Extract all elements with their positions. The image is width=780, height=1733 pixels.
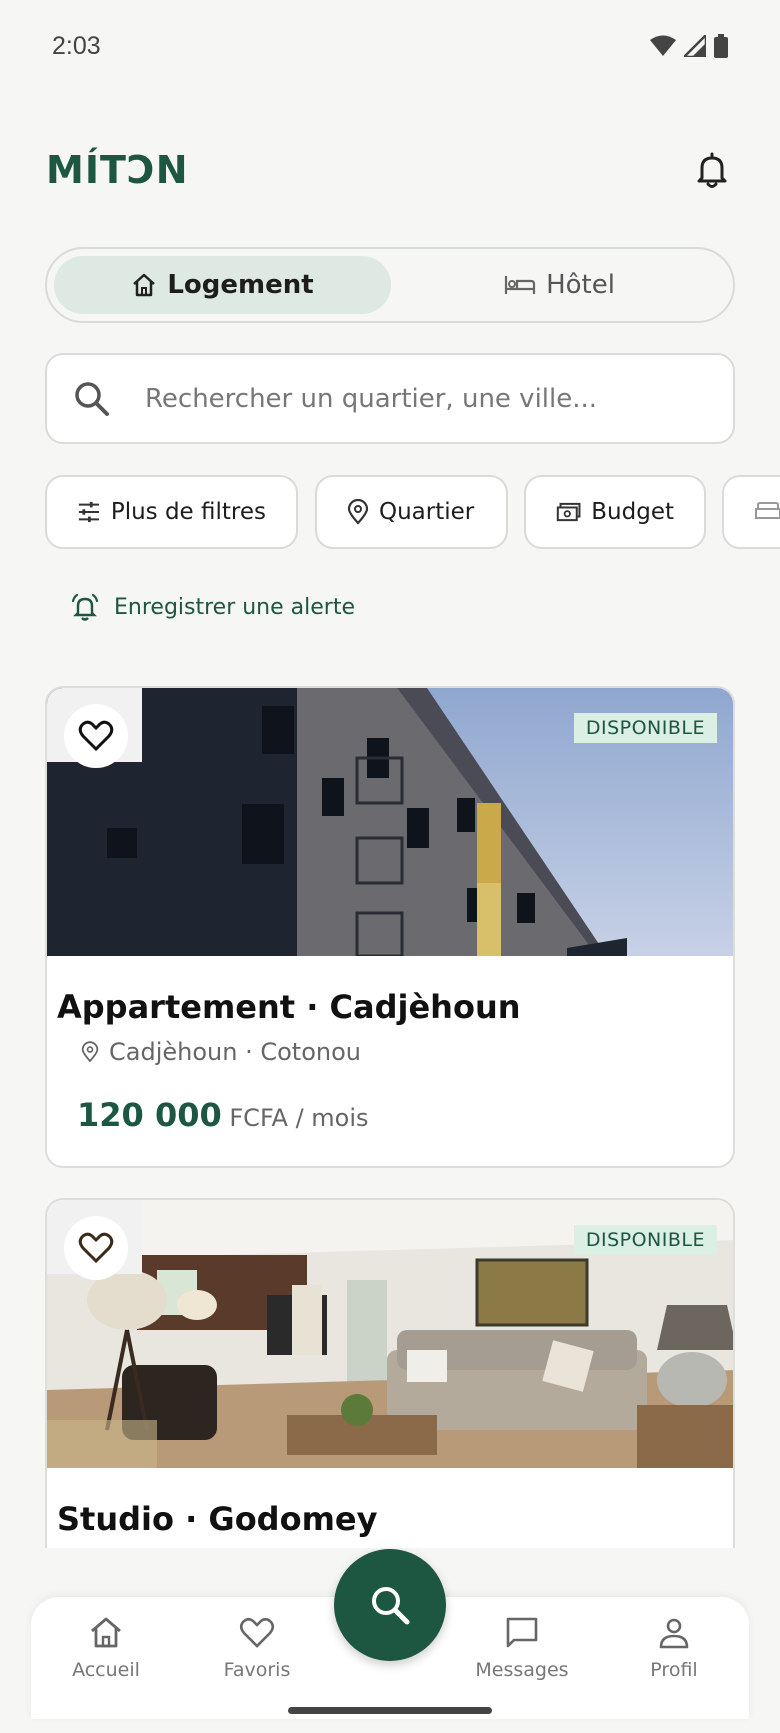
- signal-icon: [684, 35, 706, 57]
- budget-label: Budget: [591, 499, 674, 525]
- nav-messages-label: Messages: [475, 1659, 569, 1681]
- save-alert-button[interactable]: Enregistrer une alerte: [70, 592, 355, 622]
- listing-title: Appartement · Cadjèhoun: [57, 988, 521, 1026]
- favorite-button-area: [47, 688, 142, 768]
- more-filters-chip[interactable]: Plus de filtres: [45, 475, 298, 549]
- save-alert-label: Enregistrer une alerte: [114, 594, 355, 620]
- tab-hotel[interactable]: Hôtel: [391, 256, 728, 314]
- search-icon: [372, 1587, 410, 1625]
- category-toggle: Logement Hôtel: [45, 247, 735, 323]
- more-filters-label: Plus de filtres: [110, 499, 266, 525]
- location-pin-icon: [81, 1041, 99, 1063]
- listing-photo: DISPONIBLE: [47, 1200, 733, 1468]
- status-bar: 2:03: [0, 0, 780, 96]
- notifications-button[interactable]: [690, 148, 734, 192]
- status-time: 2:03: [52, 32, 101, 60]
- listing-location-text: Cadjèhoun · Cotonou: [109, 1038, 361, 1066]
- favorite-button-area: [47, 1200, 142, 1280]
- nav-messages[interactable]: Messages: [462, 1615, 582, 1681]
- house-icon: [133, 273, 156, 297]
- alarm-bell-icon: [71, 593, 99, 621]
- bell-icon: [697, 152, 727, 188]
- money-icon: [556, 502, 581, 522]
- status-icons: [650, 34, 728, 58]
- nav-profile[interactable]: Profil: [614, 1615, 734, 1681]
- sofa-icon: [755, 502, 780, 519]
- nav-home[interactable]: Accueil: [46, 1615, 166, 1681]
- status-badge: DISPONIBLE: [573, 1225, 717, 1255]
- app-header: MÍTƆN: [46, 140, 734, 200]
- listing-location: Cadjèhoun · Cotonou: [81, 1038, 361, 1066]
- listing-photo: DISPONIBLE: [47, 688, 733, 956]
- search-bar: [45, 353, 735, 444]
- wifi-icon: [650, 35, 676, 56]
- home-icon: [91, 1617, 121, 1648]
- price-value: 120 000: [77, 1096, 222, 1134]
- nav-favorites[interactable]: Favoris: [197, 1615, 317, 1681]
- price-unit: FCFA / mois: [229, 1104, 369, 1132]
- more-chip[interactable]: [722, 475, 780, 549]
- neighborhood-label: Quartier: [379, 499, 475, 525]
- heart-icon: [78, 1232, 114, 1264]
- chat-bubble-icon: [506, 1617, 538, 1648]
- location-pin-icon: [347, 499, 369, 525]
- status-badge: DISPONIBLE: [573, 713, 717, 743]
- budget-chip[interactable]: Budget: [524, 475, 706, 549]
- favorite-button[interactable]: [64, 704, 128, 768]
- listing-price: 120 000 FCFA / mois: [77, 1096, 369, 1134]
- tab-logement[interactable]: Logement: [54, 256, 391, 314]
- nav-favorites-label: Favoris: [223, 1659, 291, 1681]
- sliders-icon: [78, 501, 99, 523]
- nav-profile-label: Profil: [650, 1659, 698, 1681]
- listing-card[interactable]: DISPONIBLE Studio · Godomey: [45, 1198, 735, 1548]
- neighborhood-chip[interactable]: Quartier: [315, 475, 508, 549]
- heart-icon: [78, 720, 114, 752]
- search-icon: [75, 382, 109, 416]
- app-logo: MÍTƆN: [46, 148, 189, 192]
- bed-icon: [504, 276, 536, 294]
- nav-home-label: Accueil: [72, 1659, 140, 1681]
- person-icon: [659, 1618, 689, 1649]
- home-indicator[interactable]: [288, 1707, 492, 1714]
- search-input[interactable]: [145, 355, 705, 442]
- tab-logement-label: Logement: [167, 270, 314, 300]
- listing-title: Studio · Godomey: [57, 1500, 378, 1538]
- heart-icon: [239, 1617, 275, 1648]
- filter-chips: Plus de filtres Quartier Budget: [45, 475, 780, 551]
- search-fab[interactable]: [334, 1549, 446, 1661]
- listing-card[interactable]: DISPONIBLE Appartement · Cadjèhoun Cadjè…: [45, 686, 735, 1168]
- tab-hotel-label: Hôtel: [546, 270, 615, 300]
- battery-icon: [714, 34, 728, 58]
- favorite-button[interactable]: [64, 1216, 128, 1280]
